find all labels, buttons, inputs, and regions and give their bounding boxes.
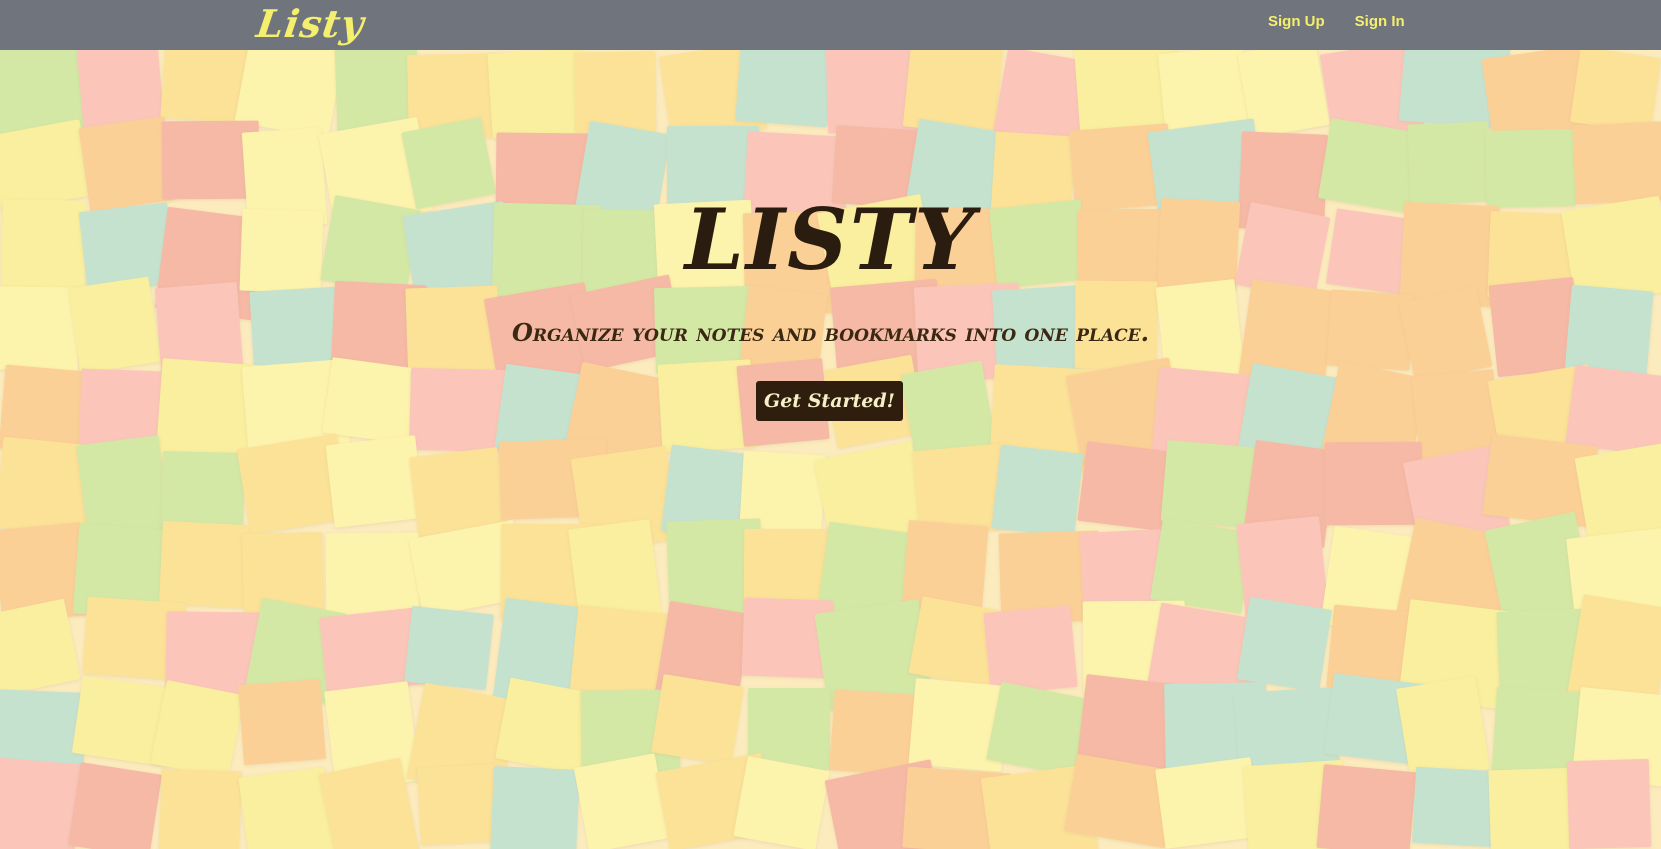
page: Listy Sign Up Sign In LISTY Organize you… [0,0,1661,849]
background-overlay [0,50,1661,849]
hero-title: LISTY [684,190,977,289]
brand-logo[interactable]: Listy [254,0,368,48]
navbar: Listy Sign Up Sign In [0,0,1661,50]
sign-up-link[interactable]: Sign Up [1268,13,1325,30]
get-started-button[interactable]: Get Started! [756,381,903,421]
sign-in-link[interactable]: Sign In [1355,13,1405,30]
hero-subtitle: Organize your notes and bookmarks into o… [512,318,1149,347]
nav-links: Sign Up Sign In [1268,13,1405,30]
